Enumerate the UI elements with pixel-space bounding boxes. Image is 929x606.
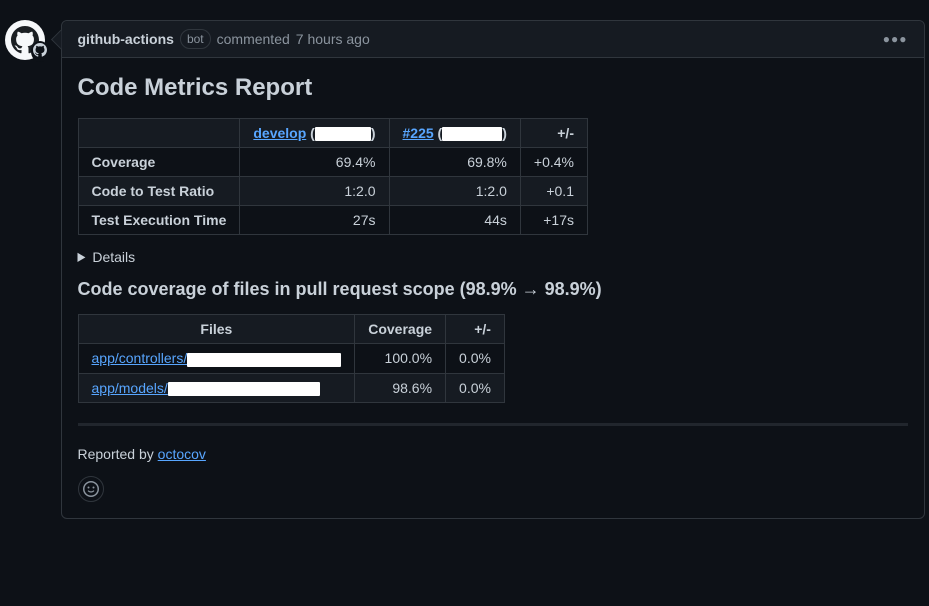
metric-v1: 1:2.0 [240, 177, 389, 206]
file-link[interactable]: app/models/ [92, 380, 320, 396]
metric-v2: 44s [389, 206, 520, 235]
metric-v2: 1:2.0 [389, 177, 520, 206]
table-row: app/models/ 98.6% 0.0% [78, 373, 504, 402]
file-coverage: 98.6% [355, 373, 446, 402]
table-row: app/controllers/ 100.0% 0.0% [78, 344, 504, 373]
author-link[interactable]: github-actions [78, 31, 174, 47]
metric-diff: +17s [520, 206, 587, 235]
metric-v2: 69.8% [389, 148, 520, 177]
metrics-table: develop () #225 () +/- Coverage 69.4% [78, 118, 908, 235]
details-toggle[interactable]: Details [78, 249, 908, 265]
table-row: Code to Test Ratio 1:2.0 1:2.0 +0.1 [78, 177, 587, 206]
smiley-icon [83, 481, 99, 497]
avatar-sub-icon [31, 41, 49, 62]
bot-badge: bot [180, 29, 211, 49]
table-row: Test Execution Time 27s 44s +17s [78, 206, 587, 235]
add-reaction-button[interactable] [78, 476, 104, 502]
table-row: Coverage 69.4% 69.8% +0.4% [78, 148, 587, 177]
file-diff: 0.0% [446, 373, 505, 402]
metric-label: Test Execution Time [92, 212, 227, 228]
metric-diff: +0.1 [520, 177, 587, 206]
metric-v1: 69.4% [240, 148, 389, 177]
file-coverage: 100.0% [355, 344, 446, 373]
footer-text: Reported by octocov [78, 446, 908, 462]
comment-container: github-actions bot commented 7 hours ago… [61, 20, 925, 519]
redacted [315, 127, 371, 141]
comment-action: commented [217, 31, 290, 47]
redacted [187, 353, 341, 367]
files-table: Files Coverage +/- app/controllers/ 100.… [78, 314, 908, 403]
comment-body: Code Metrics Report develop () #225 () [62, 58, 924, 518]
bot-avatar[interactable] [5, 20, 45, 60]
report-title: Code Metrics Report [78, 74, 908, 102]
diff-header: +/- [446, 315, 505, 344]
file-diff: 0.0% [446, 344, 505, 373]
diff-header: +/- [520, 119, 587, 148]
octocov-link[interactable]: octocov [158, 446, 206, 462]
files-header: Files [78, 315, 355, 344]
metric-label: Code to Test Ratio [92, 183, 215, 199]
develop-link[interactable]: develop [253, 125, 306, 141]
pr-link[interactable]: #225 [403, 125, 434, 141]
details-summary[interactable]: Details [78, 249, 908, 265]
timestamp-link[interactable]: 7 hours ago [296, 31, 370, 47]
redacted [168, 382, 320, 396]
redacted [442, 127, 502, 141]
coverage-header: Coverage [355, 315, 446, 344]
kebab-menu-icon[interactable]: ●●● [883, 32, 908, 46]
metric-v1: 27s [240, 206, 389, 235]
divider [78, 423, 908, 426]
file-link[interactable]: app/controllers/ [92, 350, 342, 366]
metric-diff: +0.4% [520, 148, 587, 177]
scope-heading: Code coverage of files in pull request s… [78, 279, 908, 300]
metric-label: Coverage [92, 154, 156, 170]
comment-header: github-actions bot commented 7 hours ago… [62, 21, 924, 58]
